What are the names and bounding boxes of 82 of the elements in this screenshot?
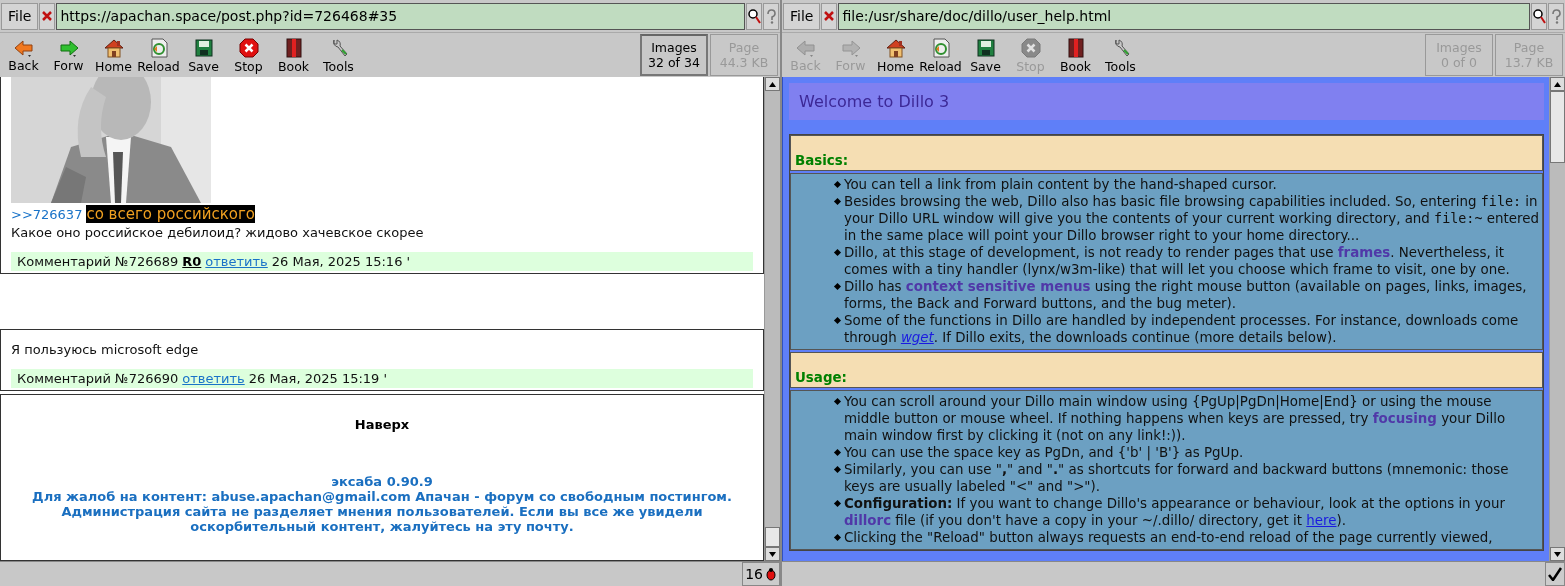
list-item-text: Clicking the "Reload" button always requests an end-to-end reload of the page currently viewed, [844, 529, 1493, 546]
scrollbar[interactable] [1549, 77, 1565, 561]
error-count: 16 [745, 566, 763, 582]
close-icon [824, 11, 835, 21]
bullet-icon [833, 465, 842, 474]
clear-url-button[interactable] [39, 2, 56, 30]
up-arrow-icon[interactable] [1554, 81, 1561, 87]
search-icon [747, 8, 761, 24]
scrollbar-thumb[interactable] [765, 527, 780, 547]
toolbar-button[interactable]: Tools [1098, 36, 1143, 74]
bullet-icon [833, 448, 842, 457]
toolbar-button[interactable]: Forw [46, 37, 91, 73]
bullet-icon [833, 316, 842, 325]
stop-icon [1019, 36, 1042, 59]
file-menu[interactable]: File [1, 2, 39, 30]
quote-text: со всего российского [86, 205, 255, 223]
tag-link[interactable]: R0 [182, 254, 202, 269]
post-date: 26 Мая, 2025 15:16 ' [271, 254, 411, 269]
bullet-icon [833, 282, 842, 291]
section-heading: Usage: [790, 352, 1543, 388]
file-menu[interactable]: File [783, 2, 821, 30]
scrollbar-thumb[interactable] [1550, 91, 1565, 163]
bullet-icon [833, 499, 842, 508]
search-button[interactable] [1531, 2, 1547, 30]
toolbar-button[interactable]: Save [181, 36, 226, 74]
top-link[interactable]: Наверх [354, 417, 410, 432]
reply-link[interactable]: ответить [182, 371, 245, 386]
reply-link[interactable]: >>726637 [11, 206, 83, 222]
toolbar-button[interactable]: Book [271, 36, 316, 74]
list-item-text: Some of the functions in Dillo are handled by independent processes. For instance, downloads come through wget. If Dillo exits, the downloads continue (more details below). [844, 312, 1520, 346]
down-arrow-icon[interactable] [769, 551, 776, 557]
section-heading: Basics: [790, 135, 1543, 171]
right-arrow-icon [57, 37, 80, 58]
toolbar-button[interactable]: Reload [136, 36, 181, 74]
bullet-icon [833, 180, 842, 189]
post-date: 26 Мая, 2025 15:19 ' [248, 371, 388, 386]
toolbar-button[interactable]: Back [1, 37, 46, 73]
post-text: Я пользуюсь microsoft edge [11, 342, 200, 357]
toolbar-button[interactable]: Tools [316, 36, 361, 74]
meter-box[interactable]: Images 32 of 34 [640, 34, 708, 76]
list-item-text: Dillo, at this stage of development, is not ready to render pages that use frames. Nevertheless, it comes with a tiny handler (lynx/w3m-like) that will let you choose which frame to visit, one by one. [844, 244, 1511, 278]
toolbar-button[interactable]: Stop [226, 36, 271, 74]
toolbar-button[interactable]: Book [1053, 36, 1098, 74]
close-icon [42, 11, 53, 21]
bullet-icon [833, 248, 842, 257]
reply-link[interactable]: ответить [205, 254, 268, 269]
stop-icon [237, 36, 260, 59]
bug-meter[interactable] [1545, 562, 1565, 586]
url-field[interactable]: https://apachan.space/post.php?id=726468#35 [56, 2, 745, 30]
bullet-icon [833, 197, 842, 206]
question-mark-icon [765, 8, 777, 24]
page-title: Welcome to Dillo 3 [789, 83, 1544, 120]
list-item-text: You can use the space key as PgDn, and {'b' | 'B'} as PgUp. [844, 444, 1244, 461]
search-button[interactable] [746, 2, 762, 30]
post-text: Какое оно российское дебилоид? жидово хачевское скорее [11, 225, 425, 240]
bullet-icon [833, 533, 842, 542]
list-item-text: Besides browsing the web, Dillo also has basic file browsing capabilities included. So, entering file: in your Dillo URL window will give you the contents of your current working directory, and file:~ entered in the same place will point your Dillo browser right to your home directory... [844, 193, 1540, 244]
up-arrow-icon[interactable] [769, 81, 776, 87]
search-icon [1532, 8, 1546, 24]
toolbar-button[interactable]: Reload [918, 36, 963, 74]
clear-url-button[interactable] [821, 2, 838, 30]
comment-number: Комментарий №726690 [17, 371, 179, 386]
list-item-text: Dillo has context sensitive menus using the right mouse button (available on pages, links, images, forms, the Back and Forward buttons, and the bug meter). [844, 278, 1528, 312]
down-arrow-icon[interactable] [1554, 551, 1561, 557]
list-item-text: Configuration: If you want to change Dillo's appearance or behaviour, look at the options in your dillorc file (if you don't have a copy in your ~/.dillo/ directory, get it here). [844, 495, 1506, 529]
toolbar-button[interactable]: Save [963, 36, 1008, 74]
toolbar-button[interactable]: Home [873, 36, 918, 74]
left-arrow-icon [12, 37, 35, 58]
list-item-text: Similarly, you can use "," and "." as shortcuts for forward and backward buttons (mnemonic: those keys are usually labeled "<" and ">"). [844, 461, 1510, 495]
url-field[interactable]: file:/usr/share/doc/dillo/user_help.html [838, 2, 1530, 30]
question-mark-icon [1550, 8, 1562, 24]
toolbar-button[interactable]: Home [91, 36, 136, 74]
check-icon [1548, 567, 1562, 581]
bug-icon [765, 567, 777, 581]
version-text: эксаба 0.90.9 [331, 474, 433, 489]
bug-meter[interactable]: 16 [742, 562, 780, 586]
list-item-text: You can tell a link from plain content by the hand-shaped cursor. [844, 176, 1277, 193]
list-item-text: You can scroll around your Dillo main window using {PgUp|PgDn|Home|End} or using the mouse middle button or mouse wheel. If nothing happens when keys are pressed, try focusing your Dillo main window first by clicking it (not on any link!:)). [844, 393, 1507, 444]
notice-text: Для жалоб на контент: abuse.apachan@gmail.com Апачан - форум со свободным постингом. Администрация сайта не разделяет мнения пользователей. Если вы все же увидели оскорбительный контент, жалуйтесь на эту почту. [31, 489, 733, 534]
comment-number: Комментарий №726689 [17, 254, 179, 269]
bullet-icon [833, 397, 842, 406]
scrollbar[interactable] [764, 77, 780, 561]
